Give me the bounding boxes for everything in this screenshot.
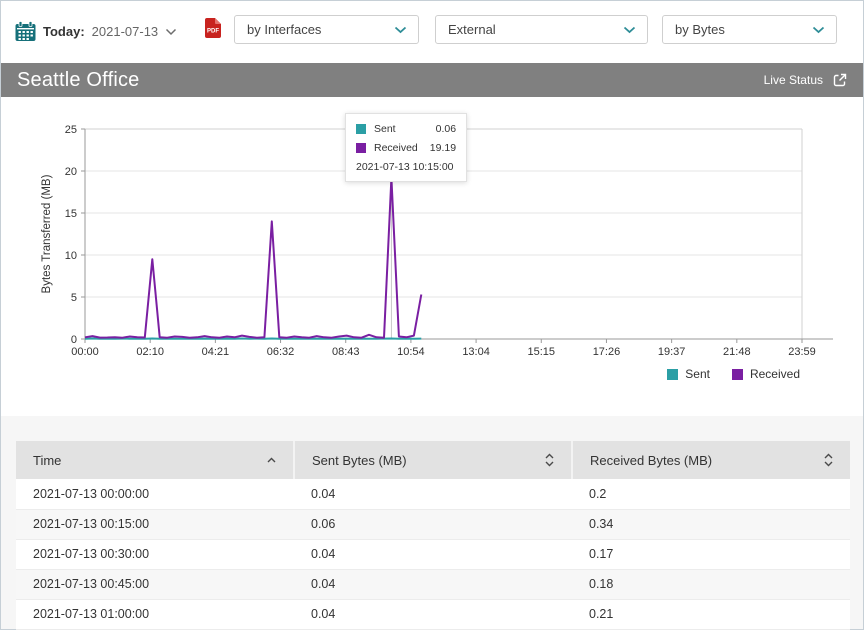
sent-bytes-cell: 0.04 — [294, 569, 572, 599]
dropdown-interface-external[interactable]: External — [435, 15, 648, 44]
table-row[interactable]: 2021-07-13 00:00:000.040.2 — [16, 479, 850, 509]
table-row[interactable]: 2021-07-13 00:30:000.040.17 — [16, 539, 850, 569]
sent-bytes-cell: 0.06 — [294, 509, 572, 539]
page-title: Seattle Office — [17, 69, 140, 92]
x-tick-label: 21:48 — [723, 346, 751, 358]
date-value: 2021-07-13 — [92, 24, 159, 39]
series-line-received — [85, 178, 421, 338]
toolbar: Today: 2021-07-13 PDF by Interfaces Exte… — [1, 1, 863, 63]
table-section: Time Sent Bytes (MB) Received Bytes (MB) 2… — [1, 416, 863, 629]
tooltip-series-label: Received — [374, 142, 430, 154]
x-tick-label: 15:15 — [528, 346, 556, 358]
received-bytes-cell: 0.2 — [572, 479, 850, 509]
live-status-link[interactable]: Live Status — [764, 63, 848, 97]
x-tick-label: 04:21 — [202, 346, 230, 358]
x-tick-label: 13:04 — [462, 346, 490, 358]
time-cell: 2021-07-13 00:30:00 — [16, 539, 294, 569]
legend-label: Sent — [685, 367, 710, 381]
tooltip-row: Sent0.06 — [356, 123, 456, 135]
table-header-row: Time Sent Bytes (MB) Received Bytes (MB) — [16, 441, 850, 479]
time-cell: 2021-07-13 00:00:00 — [16, 479, 294, 509]
sort-asc-icon — [267, 457, 276, 463]
legend-label: Received — [750, 367, 800, 381]
x-tick-label: 19:37 — [658, 346, 686, 358]
column-label: Received Bytes (MB) — [590, 453, 712, 468]
chevron-down-icon — [165, 28, 177, 36]
sort-icon — [545, 453, 554, 467]
tooltip-series-value: 19.19 — [430, 142, 456, 154]
legend-swatch — [667, 369, 678, 380]
y-tick-label: 20 — [65, 166, 77, 178]
external-link-icon — [832, 72, 848, 88]
chart-panel: 0 5 10 15 20 25 00:00 02:10 04:21 06:32 08:43 10:54… — [1, 97, 863, 416]
tooltip-series-value: 0.06 — [436, 123, 456, 135]
dropdown-value: External — [448, 22, 496, 37]
tooltip-timestamp: 2021-07-13 10:15:00 — [356, 161, 456, 173]
y-tick-label: 10 — [65, 250, 77, 262]
x-tick-label: 23:59 — [788, 346, 816, 358]
time-cell: 2021-07-13 01:00:00 — [16, 599, 294, 629]
y-tick-label: 15 — [65, 208, 77, 220]
tooltip-series-label: Sent — [374, 123, 436, 135]
legend-item-sent[interactable]: Sent — [667, 367, 710, 381]
title-bar: Seattle Office Live Status — [1, 63, 863, 97]
y-tick-label: 0 — [71, 334, 77, 346]
sent-bytes-cell: 0.04 — [294, 599, 572, 629]
x-tick-label: 10:54 — [397, 346, 425, 358]
received-bytes-cell: 0.21 — [572, 599, 850, 629]
chart-tooltip: Sent0.06 Received19.19 2021-07-13 10:15:0… — [345, 113, 467, 182]
dropdown-value: by Bytes — [675, 22, 725, 37]
table-row[interactable]: 2021-07-13 00:15:000.060.34 — [16, 509, 850, 539]
column-label: Time — [33, 453, 61, 468]
y-axis-title: Bytes Transferred (MB) — [41, 174, 53, 293]
dropdown-by-interfaces[interactable]: by Interfaces — [234, 15, 419, 44]
time-cell: 2021-07-13 00:15:00 — [16, 509, 294, 539]
chevron-down-icon — [812, 26, 825, 34]
legend-item-received[interactable]: Received — [732, 367, 800, 381]
y-tick-label: 5 — [71, 292, 77, 304]
legend-swatch — [732, 369, 743, 380]
dropdown-value: by Interfaces — [247, 22, 321, 37]
x-tick-label: 17:26 — [593, 346, 621, 358]
time-cell: 2021-07-13 00:45:00 — [16, 569, 294, 599]
live-status-label: Live Status — [764, 73, 823, 87]
chevron-down-icon — [623, 26, 636, 34]
column-label: Sent Bytes (MB) — [312, 453, 407, 468]
x-tick-label: 00:00 — [71, 346, 99, 358]
date-label: Today: — [43, 24, 85, 39]
traffic-table: Time Sent Bytes (MB) Received Bytes (MB) 2… — [16, 441, 850, 630]
received-bytes-cell: 0.17 — [572, 539, 850, 569]
sort-icon — [824, 453, 833, 467]
pdf-export-icon[interactable]: PDF — [205, 18, 221, 43]
received-bytes-cell: 0.18 — [572, 569, 850, 599]
column-header-time[interactable]: Time — [16, 441, 294, 479]
column-header-sent-bytes-mb[interactable]: Sent Bytes (MB) — [294, 441, 572, 479]
x-tick-label: 02:10 — [136, 346, 164, 358]
tooltip-swatch — [356, 143, 366, 153]
chart-legend: Sent Received — [667, 367, 800, 381]
sent-bytes-cell: 0.04 — [294, 539, 572, 569]
x-tick-label: 08:43 — [332, 346, 360, 358]
column-header-received-bytes-mb[interactable]: Received Bytes (MB) — [572, 441, 850, 479]
received-bytes-cell: 0.34 — [572, 509, 850, 539]
tooltip-row: Received19.19 — [356, 142, 456, 154]
x-tick-label: 06:32 — [267, 346, 295, 358]
dropdown-by-bytes[interactable]: by Bytes — [662, 15, 837, 44]
table-row[interactable]: 2021-07-13 00:45:000.040.18 — [16, 569, 850, 599]
sent-bytes-cell: 0.04 — [294, 479, 572, 509]
chevron-down-icon — [394, 26, 407, 34]
date-picker[interactable]: Today: 2021-07-13 — [15, 21, 177, 42]
svg-text:PDF: PDF — [207, 29, 219, 35]
y-tick-label: 25 — [65, 124, 77, 136]
tooltip-swatch — [356, 124, 366, 134]
table-row[interactable]: 2021-07-13 01:00:000.040.21 — [16, 599, 850, 629]
calendar-icon — [15, 21, 36, 42]
